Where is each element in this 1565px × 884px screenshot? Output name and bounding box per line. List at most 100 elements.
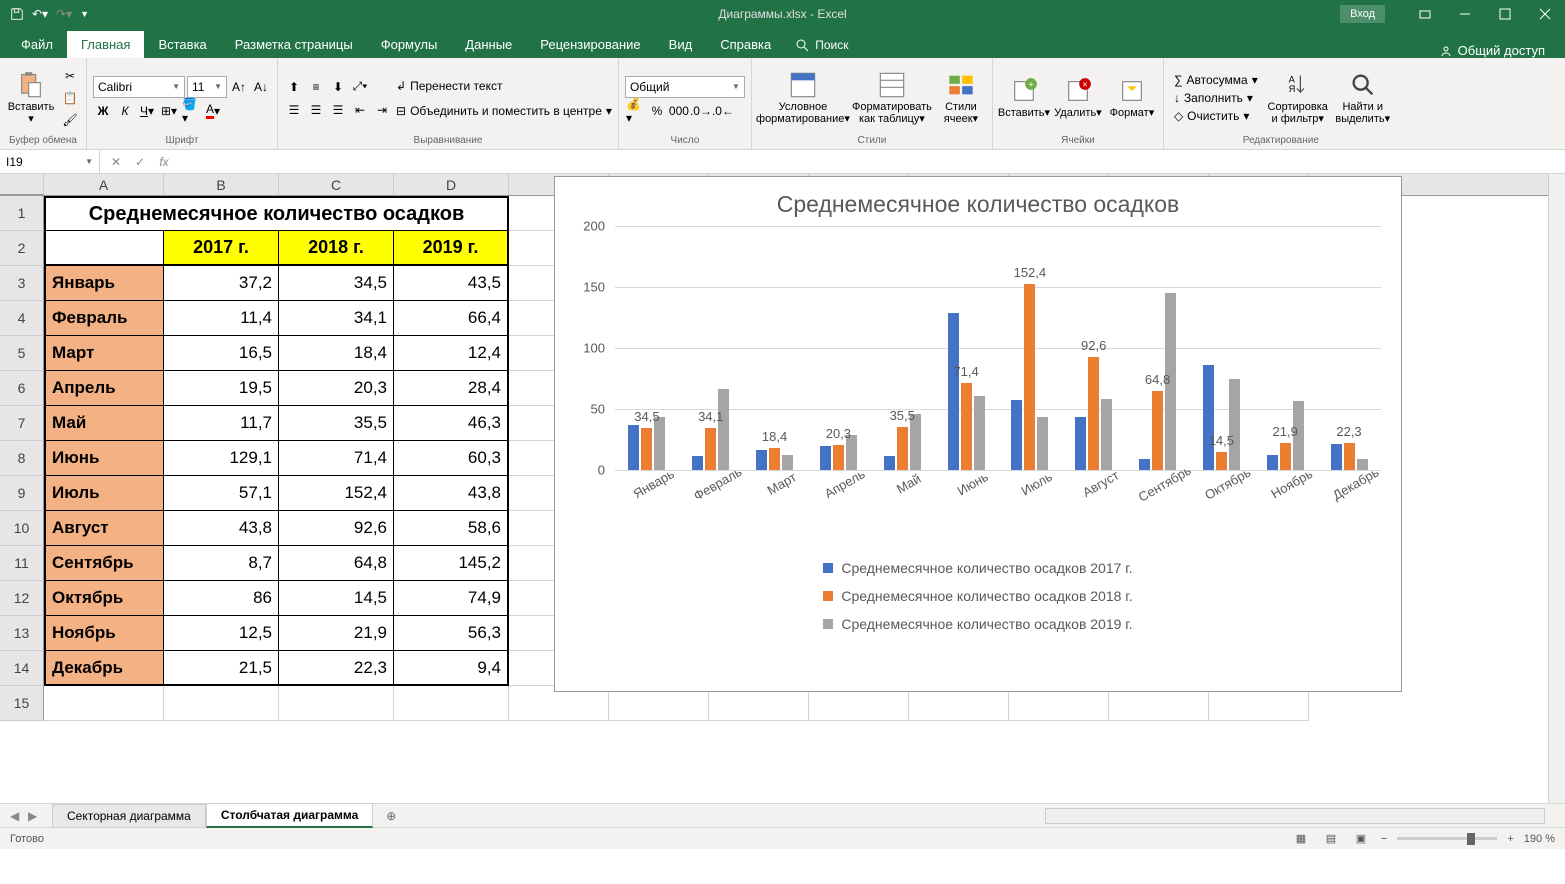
align-bottom-button[interactable]: ⬇ (328, 77, 348, 97)
decrease-indent-button[interactable]: ⇤ (350, 100, 370, 120)
number-format-combo[interactable]: Общий▼ (625, 76, 745, 98)
cut-button[interactable]: ✂ (60, 66, 80, 86)
cell[interactable]: Март (44, 336, 164, 371)
cell[interactable]: 12,4 (394, 336, 509, 371)
paste-button[interactable]: Вставить▾ (6, 62, 56, 134)
cell[interactable]: Февраль (44, 301, 164, 336)
sheet-tab-1[interactable]: Столбчатая диаграмма (206, 803, 373, 828)
row-header[interactable]: 12 (0, 581, 44, 616)
cell[interactable]: 12,5 (164, 616, 279, 651)
fill-color-button[interactable]: 🪣▾ (181, 101, 201, 121)
cell[interactable] (279, 686, 394, 721)
cell[interactable]: 60,3 (394, 441, 509, 476)
col-header-C[interactable]: C (279, 174, 394, 195)
close-icon[interactable] (1525, 0, 1565, 28)
normal-view-icon[interactable]: ▦ (1291, 831, 1311, 847)
cell[interactable]: 19,5 (164, 371, 279, 406)
undo-icon[interactable]: ↶▾ (32, 7, 48, 21)
minimize-icon[interactable] (1445, 0, 1485, 28)
row-header[interactable]: 7 (0, 406, 44, 441)
bold-button[interactable]: Ж (93, 101, 113, 121)
fx-icon[interactable]: fx (156, 154, 172, 170)
select-all-corner[interactable] (0, 174, 44, 195)
cell[interactable]: 21,9 (279, 616, 394, 651)
sheet-nav-next-icon[interactable]: ▶ (28, 809, 42, 823)
tab-home[interactable]: Главная (67, 31, 144, 58)
cell[interactable]: 14,5 (279, 581, 394, 616)
cell[interactable]: 43,8 (164, 511, 279, 546)
cell[interactable]: Август (44, 511, 164, 546)
cell[interactable]: 92,6 (279, 511, 394, 546)
border-button[interactable]: ⊞▾ (159, 101, 179, 121)
col-header-D[interactable]: D (394, 174, 509, 195)
tab-view[interactable]: Вид (655, 31, 707, 58)
cell[interactable]: Ноябрь (44, 616, 164, 651)
find-select-button[interactable]: Найти и выделить▾ (1334, 62, 1392, 134)
italic-button[interactable]: К (115, 101, 135, 121)
ribbon-display-icon[interactable] (1405, 0, 1445, 28)
sheet-tab-0[interactable]: Секторная диаграмма (52, 804, 206, 827)
row-header[interactable]: 9 (0, 476, 44, 511)
cell[interactable]: 34,5 (279, 266, 394, 301)
copy-button[interactable]: 📋 (60, 88, 80, 108)
cell[interactable]: Январь (44, 266, 164, 301)
row-header[interactable]: 10 (0, 511, 44, 546)
cell[interactable]: 56,3 (394, 616, 509, 651)
orientation-button[interactable]: ⤢▾ (350, 77, 370, 97)
row-header[interactable]: 6 (0, 371, 44, 406)
search-box[interactable]: Поиск (785, 32, 858, 58)
zoom-slider[interactable] (1397, 837, 1497, 840)
cell[interactable]: 22,3 (279, 651, 394, 686)
horizontal-scrollbar[interactable] (1045, 808, 1545, 824)
zoom-out-icon[interactable]: − (1381, 833, 1387, 845)
col-header-B[interactable]: B (164, 174, 279, 195)
clear-button[interactable]: ◇ Очистить ▾ (1170, 107, 1262, 125)
percent-button[interactable]: % (647, 101, 667, 121)
row-header[interactable]: 1 (0, 196, 44, 231)
cell[interactable]: 145,2 (394, 546, 509, 581)
cell[interactable]: 2019 г. (394, 231, 509, 266)
decrease-decimal-button[interactable]: .0← (713, 101, 733, 121)
zoom-level[interactable]: 190 % (1524, 833, 1555, 845)
cell[interactable]: 9,4 (394, 651, 509, 686)
format-table-button[interactable]: Форматировать как таблицу▾ (852, 62, 932, 134)
cell[interactable]: 11,7 (164, 406, 279, 441)
redo-icon[interactable]: ↷▾ (56, 7, 72, 21)
font-name-combo[interactable]: Calibri▼ (93, 76, 185, 98)
fill-button[interactable]: ↓ Заполнить ▾ (1170, 89, 1262, 107)
row-header[interactable]: 14 (0, 651, 44, 686)
cell[interactable]: Декабрь (44, 651, 164, 686)
cell[interactable]: Сентябрь (44, 546, 164, 581)
enter-formula-icon[interactable]: ✓ (132, 154, 148, 170)
row-header[interactable]: 11 (0, 546, 44, 581)
underline-button[interactable]: Ч▾ (137, 101, 157, 121)
delete-cells-button[interactable]: × Удалить▾ (1053, 62, 1103, 134)
cell[interactable]: Апрель (44, 371, 164, 406)
cell[interactable] (44, 231, 164, 266)
cancel-formula-icon[interactable]: ✕ (108, 154, 124, 170)
cell[interactable]: 43,5 (394, 266, 509, 301)
align-right-button[interactable]: ☰ (328, 100, 348, 120)
page-layout-view-icon[interactable]: ▤ (1321, 831, 1341, 847)
tab-help[interactable]: Справка (706, 31, 785, 58)
qat-customize-icon[interactable]: ▼ (80, 9, 89, 19)
increase-font-button[interactable]: A↑ (229, 77, 249, 97)
cell[interactable]: 2018 г. (279, 231, 394, 266)
cell[interactable]: 28,4 (394, 371, 509, 406)
cell[interactable]: 86 (164, 581, 279, 616)
row-header[interactable]: 5 (0, 336, 44, 371)
cell[interactable]: 57,1 (164, 476, 279, 511)
cell[interactable]: 35,5 (279, 406, 394, 441)
align-top-button[interactable]: ⬆ (284, 77, 304, 97)
increase-decimal-button[interactable]: .0→ (691, 101, 711, 121)
table-title-cell[interactable]: Среднемесячное количество осадков (44, 196, 509, 231)
cell[interactable]: 71,4 (279, 441, 394, 476)
chart-object[interactable]: Среднемесячное количество осадков 050100… (554, 176, 1402, 692)
row-header[interactable]: 8 (0, 441, 44, 476)
cell[interactable]: 58,6 (394, 511, 509, 546)
signin-button[interactable]: Вход (1340, 5, 1385, 23)
add-sheet-button[interactable]: ⊕ (381, 806, 401, 826)
cell[interactable]: 46,3 (394, 406, 509, 441)
cell[interactable]: 64,8 (279, 546, 394, 581)
cell[interactable]: Май (44, 406, 164, 441)
